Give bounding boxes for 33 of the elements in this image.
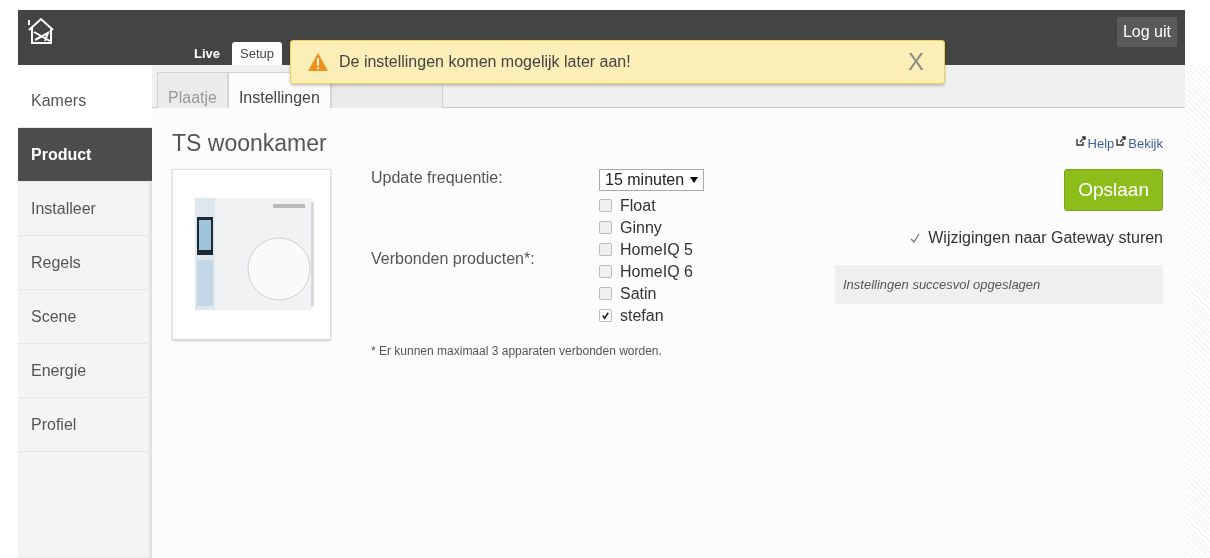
checkbox-label: Satin [620, 285, 657, 301]
checkbox[interactable] [599, 286, 612, 300]
product-title: TS woonkamer [172, 130, 327, 157]
caret-icon [690, 177, 699, 183]
nav-tab[interactable]: Setup [232, 42, 282, 65]
external-link[interactable]: Help [1075, 136, 1115, 151]
gateway-option-label: Wijzigingen naar Gateway sturen [928, 229, 1163, 247]
notification-message: De instellingen komen mogelijk later aan! [339, 53, 631, 71]
house-logo-icon [26, 16, 56, 46]
checkbox-label: HomeIQ 5 [620, 241, 693, 257]
checkbox[interactable] [599, 220, 612, 234]
checkbox[interactable] [599, 242, 612, 256]
checkbox-label: stefan [620, 307, 664, 323]
external-link-icon [1075, 136, 1086, 146]
frequency-dropdown[interactable]: 15 minuten [599, 169, 705, 191]
logout-button[interactable]: Log uit [1116, 17, 1177, 47]
field-label: Verbonden producten*: [371, 249, 536, 268]
checkbox-label: HomeIQ 6 [620, 263, 693, 279]
sidebar-item[interactable]: Product [18, 128, 152, 182]
checkbox[interactable] [599, 264, 612, 278]
external-link-icon [1116, 136, 1127, 146]
status-message: Instellingen succesvol opgeslagen [835, 265, 1163, 304]
nav-tab[interactable]: Live [186, 42, 228, 65]
footnote: * Er kunnen maximaal 3 apparaten verbonden worden. [371, 344, 663, 358]
checkbox-label: Ginny [620, 219, 662, 235]
checkbox[interactable] [599, 308, 612, 322]
sidebar-item[interactable]: Kamers [18, 65, 152, 128]
check-icon[interactable] [910, 233, 921, 243]
checkbox[interactable] [599, 198, 612, 212]
checkbox-label: Float [620, 197, 656, 213]
external-link[interactable]: Bekijk [1116, 136, 1163, 151]
field-label: Update frequentie: [371, 169, 504, 188]
warning-icon [307, 52, 329, 72]
